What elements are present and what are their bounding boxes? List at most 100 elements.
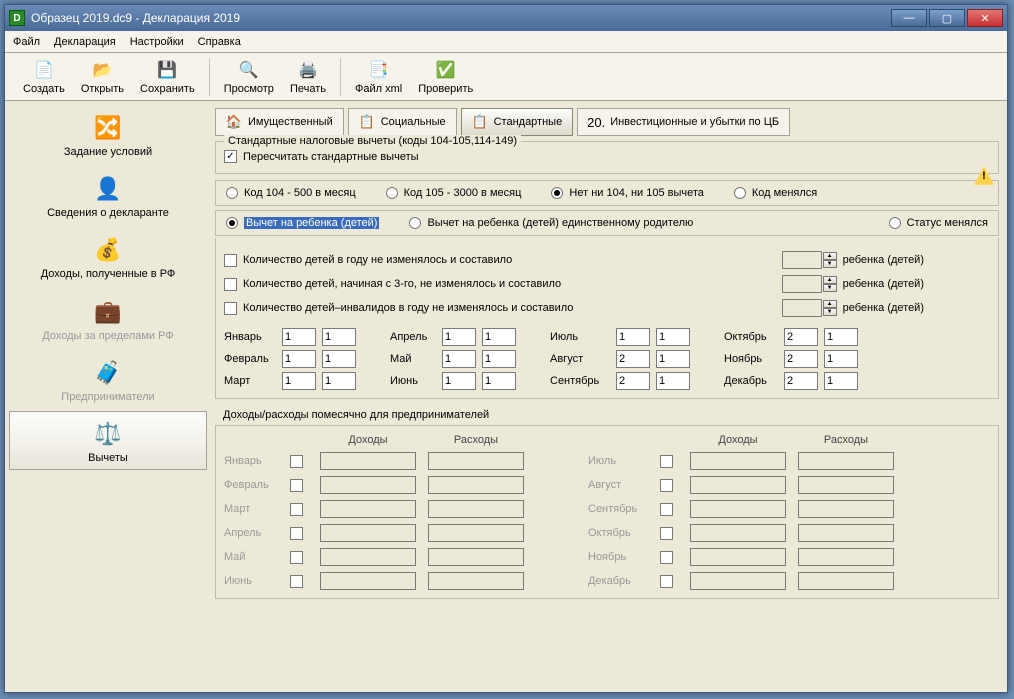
input-sep-2[interactable]: 1: [656, 372, 690, 390]
sidebar-item-deductions[interactable]: ⚖️Вычеты: [9, 411, 207, 470]
chk-ent-sep[interactable]: [660, 503, 673, 516]
radio-status-changed[interactable]: [889, 217, 901, 229]
open-button[interactable]: 📂Открыть: [73, 57, 132, 97]
input-jan-1[interactable]: 1: [282, 328, 316, 346]
chk-ent-aug[interactable]: [660, 479, 673, 492]
input-ent-jan-inc[interactable]: [320, 452, 416, 470]
input-ent-mar-exp[interactable]: [428, 500, 524, 518]
check-button[interactable]: ✅Проверить: [410, 57, 481, 97]
input-sep-1[interactable]: 2: [616, 372, 650, 390]
tab-standard[interactable]: 📋Стандартные: [461, 108, 574, 136]
input-children-count1[interactable]: [782, 251, 822, 269]
spinner-up[interactable]: ▲: [823, 276, 837, 284]
menu-declaration[interactable]: Декларация: [54, 36, 116, 48]
sidebar-item-declarant[interactable]: 👤Сведения о декларанте: [9, 166, 207, 225]
input-jul-2[interactable]: 1: [656, 328, 690, 346]
sidebar-item-income-foreign[interactable]: 💼Доходы за пределами РФ: [9, 289, 207, 348]
spinner-down[interactable]: ▼: [823, 284, 837, 292]
radio-child-single[interactable]: [409, 217, 421, 229]
input-oct-2[interactable]: 1: [824, 328, 858, 346]
input-ent-jun-exp[interactable]: [428, 572, 524, 590]
input-feb-1[interactable]: 1: [282, 350, 316, 368]
radio-code104[interactable]: [226, 187, 238, 199]
checkbox-recalc[interactable]: ✓: [224, 150, 237, 163]
chk-ent-oct[interactable]: [660, 527, 673, 540]
input-ent-feb-exp[interactable]: [428, 476, 524, 494]
chk-ent-nov[interactable]: [660, 551, 673, 564]
input-oct-1[interactable]: 2: [784, 328, 818, 346]
input-feb-2[interactable]: 1: [322, 350, 356, 368]
chk-ent-dec[interactable]: [660, 575, 673, 588]
create-button[interactable]: 📄Создать: [15, 57, 73, 97]
checkbox-children-const[interactable]: [224, 254, 237, 267]
menu-file[interactable]: Файл: [13, 36, 40, 48]
sidebar-item-conditions[interactable]: 🔀Задание условий: [9, 105, 207, 164]
input-aug-2[interactable]: 1: [656, 350, 690, 368]
close-button[interactable]: ✕: [967, 9, 1003, 27]
chk-ent-apr[interactable]: [290, 527, 303, 540]
input-dec-2[interactable]: 1: [824, 372, 858, 390]
maximize-button[interactable]: ▢: [929, 9, 965, 27]
radio-child-deduction[interactable]: [226, 217, 238, 229]
input-ent-nov-exp[interactable]: [798, 548, 894, 566]
input-ent-may-inc[interactable]: [320, 548, 416, 566]
input-ent-oct-exp[interactable]: [798, 524, 894, 542]
sidebar-item-income-rf[interactable]: 💰Доходы, полученные в РФ: [9, 227, 207, 286]
input-ent-sep-inc[interactable]: [690, 500, 786, 518]
spinner-up[interactable]: ▲: [823, 252, 837, 260]
input-ent-sep-exp[interactable]: [798, 500, 894, 518]
chk-ent-mar[interactable]: [290, 503, 303, 516]
input-aug-1[interactable]: 2: [616, 350, 650, 368]
preview-button[interactable]: 🔍Просмотр: [216, 57, 282, 97]
input-ent-feb-inc[interactable]: [320, 476, 416, 494]
input-dec-1[interactable]: 2: [784, 372, 818, 390]
radio-code105[interactable]: [386, 187, 398, 199]
input-ent-apr-exp[interactable]: [428, 524, 524, 542]
input-ent-aug-exp[interactable]: [798, 476, 894, 494]
input-children-count3[interactable]: [782, 299, 822, 317]
checkbox-children-disabled[interactable]: [224, 302, 237, 315]
radio-changed[interactable]: [734, 187, 746, 199]
input-ent-may-exp[interactable]: [428, 548, 524, 566]
input-ent-dec-exp[interactable]: [798, 572, 894, 590]
save-button[interactable]: 💾Сохранить: [132, 57, 203, 97]
input-may-1[interactable]: 1: [442, 350, 476, 368]
tab-invest[interactable]: 20.Инвестиционные и убытки по ЦБ: [577, 108, 790, 136]
chk-ent-jun[interactable]: [290, 575, 303, 588]
spinner-down[interactable]: ▼: [823, 308, 837, 316]
menu-settings[interactable]: Настройки: [130, 36, 184, 48]
input-ent-aug-inc[interactable]: [690, 476, 786, 494]
input-may-2[interactable]: 1: [482, 350, 516, 368]
input-ent-mar-inc[interactable]: [320, 500, 416, 518]
input-mar-1[interactable]: 1: [282, 372, 316, 390]
input-apr-2[interactable]: 1: [482, 328, 516, 346]
chk-ent-jan[interactable]: [290, 455, 303, 468]
chk-ent-jul[interactable]: [660, 455, 673, 468]
menu-help[interactable]: Справка: [198, 36, 241, 48]
chk-ent-may[interactable]: [290, 551, 303, 564]
input-ent-jun-inc[interactable]: [320, 572, 416, 590]
input-ent-jan-exp[interactable]: [428, 452, 524, 470]
input-ent-jul-inc[interactable]: [690, 452, 786, 470]
input-jun-1[interactable]: 1: [442, 372, 476, 390]
print-button[interactable]: 🖨️Печать: [282, 57, 334, 97]
input-ent-jul-exp[interactable]: [798, 452, 894, 470]
input-jan-2[interactable]: 1: [322, 328, 356, 346]
checkbox-children-from3[interactable]: [224, 278, 237, 291]
tab-property[interactable]: 🏠Имущественный: [215, 108, 344, 136]
input-ent-oct-inc[interactable]: [690, 524, 786, 542]
input-nov-2[interactable]: 1: [824, 350, 858, 368]
input-ent-dec-inc[interactable]: [690, 572, 786, 590]
input-jun-2[interactable]: 1: [482, 372, 516, 390]
input-jul-1[interactable]: 1: [616, 328, 650, 346]
input-nov-1[interactable]: 2: [784, 350, 818, 368]
input-children-count2[interactable]: [782, 275, 822, 293]
minimize-button[interactable]: —: [891, 9, 927, 27]
tab-social[interactable]: 📋Социальные: [348, 108, 457, 136]
input-ent-nov-inc[interactable]: [690, 548, 786, 566]
input-ent-apr-inc[interactable]: [320, 524, 416, 542]
chk-ent-feb[interactable]: [290, 479, 303, 492]
radio-none[interactable]: [551, 187, 563, 199]
input-apr-1[interactable]: 1: [442, 328, 476, 346]
sidebar-item-entrepreneurs[interactable]: 🧳Предприниматели: [9, 350, 207, 409]
